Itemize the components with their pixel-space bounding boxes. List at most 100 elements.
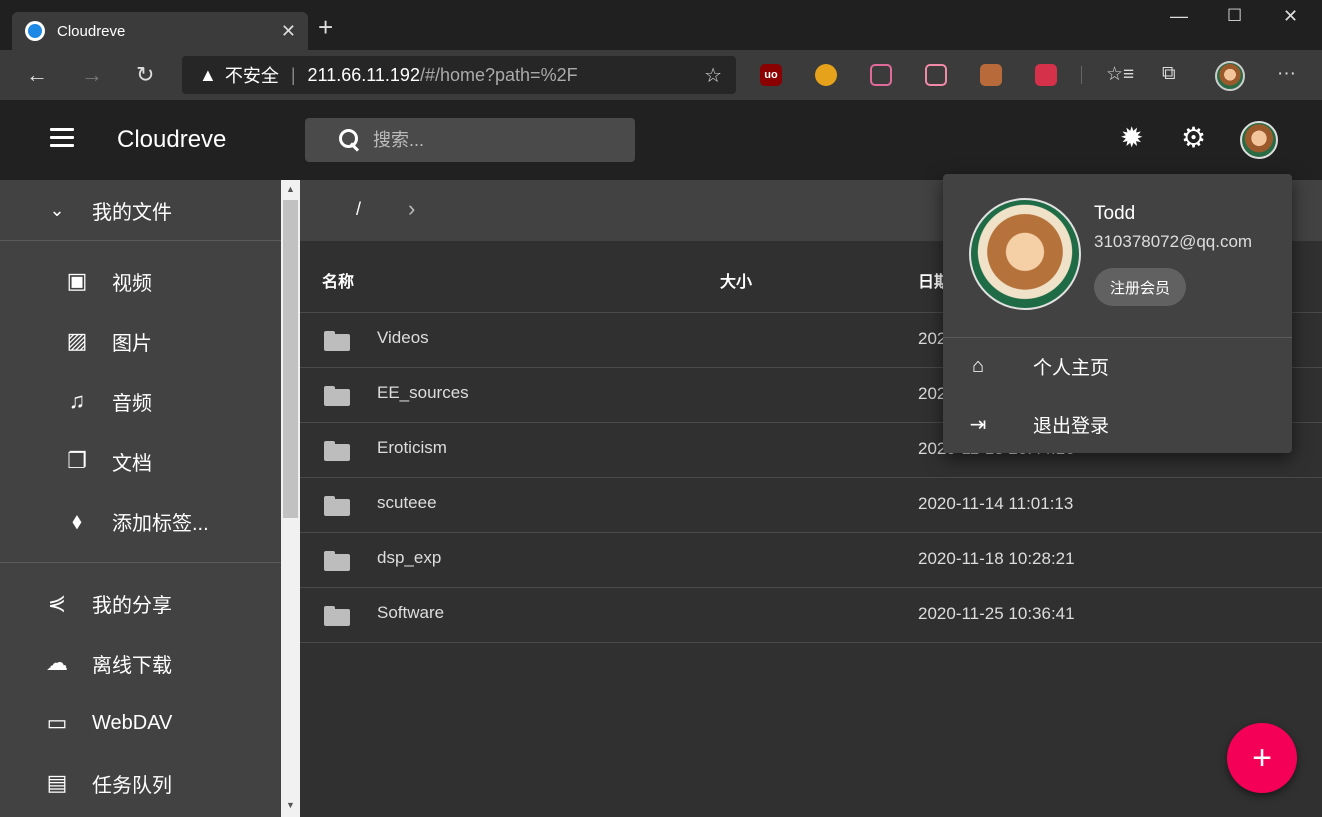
table-row[interactable]: dsp_exp 2020-11-18 10:28:21 xyxy=(300,533,1322,588)
menu-item-label: 退出登录 xyxy=(1033,415,1110,437)
folder-icon xyxy=(324,331,350,351)
collections-icon[interactable]: ⧉ xyxy=(1162,63,1176,85)
warning-icon[interactable]: ▲ xyxy=(199,65,217,86)
favorites-list-icon[interactable]: ☆≡ xyxy=(1106,63,1134,86)
add-tag-icon: ⬧ xyxy=(72,508,82,533)
scroll-up-icon[interactable]: ▲ xyxy=(286,184,295,194)
file-name: scuteee xyxy=(377,493,437,512)
cloudreve-favicon-icon xyxy=(25,21,45,41)
sidebar-item-label: 离线下载 xyxy=(92,654,172,677)
folder-icon xyxy=(324,441,350,461)
ublock-extension-icon[interactable]: uo xyxy=(760,64,782,86)
chevron-right-icon[interactable]: › xyxy=(408,196,415,222)
sidebar-item-audio[interactable]: ♫ 音频 xyxy=(0,371,281,431)
clipboard-icon: ▤ xyxy=(46,770,68,795)
window-close-icon[interactable]: ✕ xyxy=(1283,6,1298,27)
menu-item-logout[interactable]: ⇥ 退出登录 xyxy=(943,396,1292,452)
scroll-down-icon[interactable]: ▼ xyxy=(286,800,295,810)
app-header: Cloudreve ✹ ⚙ xyxy=(0,100,1322,180)
gear-icon[interactable]: ⚙ xyxy=(1181,124,1206,152)
maximize-icon[interactable]: ☐ xyxy=(1227,6,1242,26)
refresh-icon[interactable]: ↻ xyxy=(136,62,154,88)
sidebar-item-label: 文档 xyxy=(112,452,152,475)
sidebar-item-add-tag[interactable]: ⬧ 添加标签... xyxy=(0,491,281,551)
file-date: 2020-11-18 10:28:21 xyxy=(918,549,1075,568)
breadcrumb-root[interactable]: / xyxy=(356,199,361,220)
video-library-icon: ▣ xyxy=(66,268,88,293)
search-box[interactable] xyxy=(305,118,635,162)
file-name: Eroticism xyxy=(377,438,447,457)
user-avatar[interactable] xyxy=(1240,121,1278,159)
user-menu-popover: Todd 310378072@qq.com 注册会员 ⌂ 个人主页 ⇥ 退出登录 xyxy=(943,174,1292,453)
sidebar-item-label: 我的分享 xyxy=(92,594,172,617)
sidebar-item-my-files[interactable]: ⌄ 我的文件 xyxy=(0,180,281,240)
sidebar-item-task-queue[interactable]: ▤ 任务队列 xyxy=(0,753,281,813)
sidebar-item-document[interactable]: ❐ 文档 xyxy=(0,431,281,491)
favorite-star-icon[interactable]: ☆ xyxy=(704,63,722,88)
sidebar-item-label: 图片 xyxy=(112,332,152,355)
menu-item-label: 个人主页 xyxy=(1033,357,1110,379)
sidebar-item-image[interactable]: ▨ 图片 xyxy=(0,311,281,371)
devices-icon: ▭ xyxy=(46,710,68,735)
add-fab-button[interactable]: + xyxy=(1227,723,1297,793)
file-name: Videos xyxy=(377,328,429,347)
sidebar-item-label: WebDAV xyxy=(92,711,173,734)
folder-icon xyxy=(324,496,350,516)
file-name: EE_sources xyxy=(377,383,469,402)
table-row[interactable]: scuteee 2020-11-14 11:01:13 xyxy=(300,478,1322,533)
sidebar: ⌄ 我的文件 ▣ 视频 ▨ 图片 ♫ 音频 ❐ 文档 ⬧ 添加标签... ⋞ 我… xyxy=(0,180,281,817)
url-host[interactable]: 211.66.11.192 xyxy=(308,65,420,86)
sidebar-item-offline-download[interactable]: ☁ 离线下载 xyxy=(0,633,281,693)
copy-document-icon: ❐ xyxy=(67,448,87,473)
search-input[interactable] xyxy=(373,129,613,151)
browser-tabbar: Cloudreve ✕ + — ☐ ✕ xyxy=(0,0,1322,50)
logout-icon: ⇥ xyxy=(969,413,987,436)
sidebar-item-label: 视频 xyxy=(112,272,152,295)
app-title: Cloudreve xyxy=(117,126,227,153)
insecure-label[interactable]: 不安全 xyxy=(225,62,279,88)
folder-icon xyxy=(324,386,350,406)
upgrade-membership-chip[interactable]: 注册会员 xyxy=(1094,268,1187,306)
bilibili-extension-icon[interactable] xyxy=(870,64,892,86)
more-options-icon[interactable]: ··· xyxy=(1277,63,1296,85)
extension-icon[interactable] xyxy=(815,64,837,86)
hamburger-menu-icon[interactable] xyxy=(50,128,74,152)
sidebar-item-webdav[interactable]: ▭ WebDAV xyxy=(0,693,281,753)
extension-icon[interactable] xyxy=(980,64,1002,86)
folder-icon xyxy=(324,606,350,626)
music-library-icon: ♫ xyxy=(68,388,86,413)
forward-icon[interactable]: → xyxy=(81,62,103,88)
brightness-toggle-icon[interactable]: ✹ xyxy=(1120,124,1143,152)
scrollbar-thumb[interactable] xyxy=(283,200,298,518)
sidebar-item-label: 任务队列 xyxy=(92,774,172,797)
sidebar-item-video[interactable]: ▣ 视频 xyxy=(0,251,281,311)
qr-extension-icon[interactable] xyxy=(1035,64,1057,86)
photo-library-icon: ▨ xyxy=(66,328,88,353)
folder-icon xyxy=(324,551,350,571)
browser-profile-avatar[interactable] xyxy=(1215,61,1245,91)
sidebar-divider xyxy=(0,240,281,241)
sidebar-scrollbar[interactable]: ▲ ▼ xyxy=(281,180,300,817)
menu-item-profile[interactable]: ⌂ 个人主页 xyxy=(943,338,1292,394)
column-header-size[interactable]: 大小 xyxy=(720,268,752,292)
new-tab-icon[interactable]: + xyxy=(318,14,333,40)
share-icon: ⋞ xyxy=(47,590,67,615)
browser-toolbar: ← → ↻ ▲ 不安全 | 211.66.11.192 /#/home?path… xyxy=(0,50,1322,100)
back-icon[interactable]: ← xyxy=(26,62,48,88)
table-row[interactable]: Software 2020-11-25 10:36:41 xyxy=(300,588,1322,643)
user-email: 310378072@qq.com xyxy=(1094,232,1253,251)
cat-extension-icon[interactable] xyxy=(925,64,947,86)
sidebar-divider xyxy=(0,562,281,563)
column-header-name[interactable]: 名称 xyxy=(322,268,354,292)
minimize-icon[interactable]: — xyxy=(1170,6,1188,27)
tab-close-icon[interactable]: ✕ xyxy=(281,21,296,42)
search-icon xyxy=(339,129,361,151)
address-bar[interactable]: ▲ 不安全 | 211.66.11.192 /#/home?path=%2F ☆ xyxy=(182,56,736,94)
cloud-download-icon: ☁ xyxy=(46,650,68,675)
url-path[interactable]: /#/home?path=%2F xyxy=(420,65,578,86)
browser-tab[interactable]: Cloudreve ✕ xyxy=(12,12,308,50)
sidebar-item-my-share[interactable]: ⋞ 我的分享 xyxy=(0,573,281,633)
file-date: 2020-11-25 10:36:41 xyxy=(918,604,1075,623)
chevron-down-icon: ⌄ xyxy=(49,199,65,220)
sidebar-item-label: 我的文件 xyxy=(92,201,172,224)
